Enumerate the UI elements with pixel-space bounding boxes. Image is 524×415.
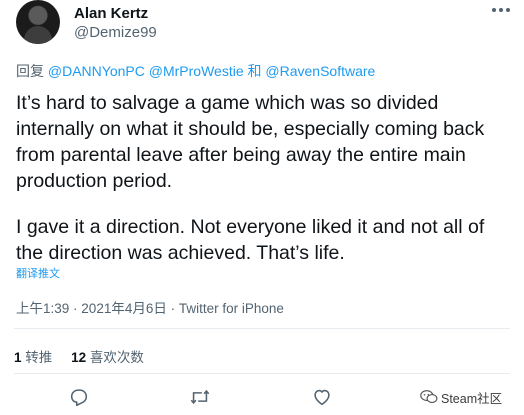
mention-link[interactable]: @RavenSoftware (265, 63, 375, 79)
reply-context: 回复 @DANNYonPC @MrProWestie 和 @RavenSoftw… (16, 61, 375, 81)
mention-link[interactable]: @DANNYonPC (48, 63, 145, 79)
tweet-time[interactable]: 上午1:39 (16, 301, 69, 316)
mention-joiner: 和 (247, 63, 262, 79)
tweet-text-line: internally on what it should be, especia… (16, 118, 485, 140)
tweet-source[interactable]: Twitter for iPhone (179, 301, 284, 316)
tweet-text-line: I gave it a direction. Not everyone like… (16, 216, 485, 238)
watermark-text: Steam社区 (441, 391, 503, 406)
mention-link[interactable]: @MrProWestie (149, 63, 244, 79)
meta-separator: · (170, 301, 179, 316)
tweet-text-line: the direction was achieved. That’s life. (16, 242, 345, 264)
watermark: Steam社区 (418, 385, 505, 409)
retweet-icon[interactable] (189, 386, 211, 408)
tweet-stats: 1 转推 12 喜欢次数 (14, 346, 144, 366)
reply-prefix: 回复 (16, 63, 44, 79)
translate-tweet-link[interactable]: 翻译推文 (16, 265, 60, 281)
heart-icon[interactable] (311, 386, 333, 408)
like-stat[interactable]: 12 喜欢次数 (71, 350, 144, 365)
more-dots-icon[interactable] (490, 4, 512, 16)
retweet-count: 1 (14, 350, 22, 365)
retweet-label: 转推 (25, 350, 53, 365)
tweet-date[interactable]: 2021年4月6日 (81, 301, 167, 316)
avatar[interactable] (16, 0, 60, 44)
tweet-text-line: It’s hard to salvage a game which was so… (16, 92, 439, 114)
reply-icon[interactable] (68, 386, 90, 408)
like-label: 喜欢次数 (89, 350, 144, 365)
like-count: 12 (71, 350, 87, 365)
user-handle[interactable]: @Demize99 (74, 24, 157, 41)
tweet-text-line: from parental leave after being away the… (16, 144, 466, 166)
wechat-icon (420, 390, 438, 403)
tweet-header: Alan Kertz @Demize99 (14, 0, 514, 46)
tweet-text-line: production period. (16, 170, 173, 192)
retweet-stat[interactable]: 1 转推 (14, 350, 56, 365)
divider (14, 328, 510, 329)
display-name[interactable]: Alan Kertz (74, 5, 148, 22)
tweet-meta: 上午1:39 · 2021年4月6日 · Twitter for iPhone (16, 297, 284, 317)
divider (14, 373, 510, 374)
